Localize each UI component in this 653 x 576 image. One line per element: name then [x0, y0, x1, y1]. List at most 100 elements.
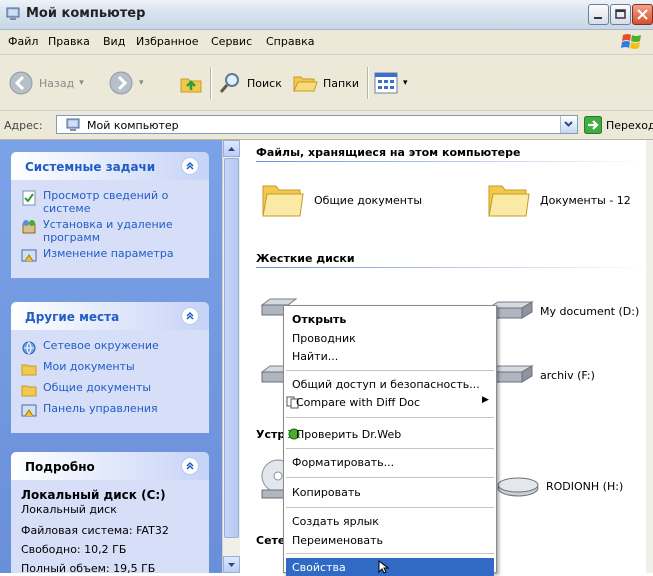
title-bar: Мой компьютер: [0, 0, 653, 30]
chevron-up-icon: [186, 461, 194, 470]
collapse-chevron-icon[interactable]: [181, 457, 199, 475]
views-button[interactable]: ▾: [374, 69, 408, 97]
windows-logo-icon: [621, 34, 641, 49]
place-shared-documents[interactable]: Общие документы: [21, 381, 199, 399]
maximize-icon: [615, 9, 626, 19]
system-tasks-header[interactable]: Системные задачи: [11, 152, 209, 180]
toolbar-separator: [367, 67, 369, 99]
toolbar: Назад ▾ ▾ Поиск Папки ▾: [0, 55, 653, 111]
menu-item-find[interactable]: Найти...: [292, 350, 338, 363]
place-my-documents[interactable]: Мои документы: [21, 360, 199, 378]
section-network-title: Сете: [256, 534, 286, 547]
drive-h[interactable]: RODIONH (H:): [496, 474, 623, 498]
details-header[interactable]: Подробно: [11, 452, 209, 480]
section-drives-title: Жесткие диски: [256, 252, 355, 265]
task-pane-scrollbar[interactable]: [222, 140, 240, 573]
task-add-remove-programs[interactable]: Установка и удаление программ: [21, 218, 199, 244]
menu-favorites[interactable]: Избранное: [136, 35, 198, 48]
menu-item-explorer[interactable]: Проводник: [292, 332, 356, 345]
go-arrow-icon: [584, 116, 602, 134]
section-devices-title: Устр: [256, 428, 286, 441]
collapse-chevron-icon[interactable]: [181, 307, 199, 325]
task-view-system-info[interactable]: Просмотр сведений о системе: [21, 189, 199, 215]
folders-icon: [293, 76, 318, 92]
menu-item-format[interactable]: Форматировать...: [292, 456, 394, 469]
menu-edit[interactable]: Правка: [48, 35, 90, 48]
folder-icon: [21, 364, 37, 376]
menu-file[interactable]: Файл: [8, 35, 38, 48]
menu-item-sharing[interactable]: Общий доступ и безопасность...: [292, 378, 480, 391]
menu-item-compare[interactable]: Compare with Diff Doc: [296, 396, 420, 409]
close-button[interactable]: [632, 4, 653, 25]
forward-button[interactable]: ▾: [108, 69, 144, 97]
back-button[interactable]: Назад ▾: [8, 69, 84, 97]
details-filesystem: Файловая система: FAT32: [21, 524, 169, 537]
details-body: Локальный диск (C:) Локальный диск Файло…: [11, 480, 209, 573]
control-panel-icon: [21, 249, 37, 262]
menu-separator: [286, 370, 494, 371]
menu-item-rename[interactable]: Переименовать: [292, 534, 383, 547]
folder-shared-documents[interactable]: Общие документы: [260, 180, 422, 220]
section-divider: [256, 161, 646, 162]
folder-icon: [488, 185, 530, 217]
address-bar: Адрес: Мой компьютер Переход: [0, 111, 653, 140]
collapse-chevron-icon[interactable]: [181, 157, 199, 175]
scroll-down-button[interactable]: [223, 556, 240, 573]
chevron-up-icon: [186, 311, 194, 320]
views-dropdown-icon: ▾: [403, 78, 408, 88]
system-info-icon: [22, 190, 36, 206]
folder-icon: [21, 385, 37, 397]
address-value: Мой компьютер: [87, 119, 179, 132]
my-computer-icon: [6, 7, 20, 20]
menu-help[interactable]: Справка: [266, 35, 314, 48]
control-panel-icon: [21, 404, 37, 417]
drive-d[interactable]: My document (D:): [484, 300, 639, 322]
folder-documents-12[interactable]: Документы - 12: [486, 180, 631, 220]
content-scrollbar[interactable]: [646, 140, 653, 573]
address-dropdown-button[interactable]: [560, 116, 577, 133]
mouse-cursor-icon: [378, 560, 390, 574]
place-network[interactable]: Сетевое окружение: [21, 339, 199, 357]
folder-icon: [262, 185, 304, 217]
other-places-panel: Другие места Сетевое окружение Мои докум…: [11, 302, 209, 433]
menu-separator: [286, 553, 494, 554]
menu-item-open[interactable]: Открыть: [292, 313, 346, 326]
search-button[interactable]: Поиск: [218, 69, 282, 97]
toolbar-separator: [210, 67, 212, 99]
details-total: Полный объем: 19,5 ГБ: [21, 562, 156, 573]
folders-button[interactable]: Папки: [292, 69, 359, 97]
other-places-header[interactable]: Другие места: [11, 302, 209, 330]
removable-drive-icon: [497, 477, 539, 497]
arrow-up-icon: [228, 147, 235, 151]
task-change-setting[interactable]: Изменение параметра: [21, 247, 199, 265]
place-control-panel[interactable]: Панель управления: [21, 402, 199, 420]
network-icon: [22, 341, 36, 355]
menu-item-copy[interactable]: Копировать: [292, 486, 361, 499]
details-panel: Подробно Локальный диск (C:) Локальный д…: [11, 452, 209, 573]
details-type: Локальный диск: [21, 503, 117, 516]
drive-f[interactable]: archiv (F:): [484, 364, 595, 386]
maximize-button[interactable]: [610, 4, 631, 25]
window-title: Мой компьютер: [26, 6, 146, 21]
address-label: Адрес:: [4, 119, 43, 132]
scrollbar-thumb[interactable]: [224, 158, 239, 538]
menu-view[interactable]: Вид: [103, 35, 125, 48]
minimize-icon: [594, 17, 602, 19]
forward-arrow-icon: [109, 71, 133, 95]
menu-item-create-shortcut[interactable]: Создать ярлык: [292, 515, 379, 528]
menu-separator: [286, 448, 494, 449]
chevron-up-icon: [186, 161, 194, 170]
go-button[interactable]: Переход: [584, 116, 653, 134]
chevron-down-icon: [564, 121, 573, 127]
menu-item-properties[interactable]: Свойства: [292, 561, 346, 574]
back-dropdown-icon[interactable]: ▾: [79, 78, 84, 88]
address-input[interactable]: Мой компьютер: [56, 115, 578, 134]
forward-dropdown-icon[interactable]: ▾: [139, 78, 144, 88]
views-grid-icon: [374, 72, 398, 94]
menu-item-drweb[interactable]: Проверить Dr.Web: [296, 428, 401, 441]
up-folder-button[interactable]: [178, 69, 204, 97]
minimize-button[interactable]: [588, 4, 609, 25]
scroll-up-button[interactable]: [223, 140, 240, 157]
system-tasks-body: Просмотр сведений о системе Установка и …: [11, 180, 209, 278]
menu-tools[interactable]: Сервис: [211, 35, 252, 48]
